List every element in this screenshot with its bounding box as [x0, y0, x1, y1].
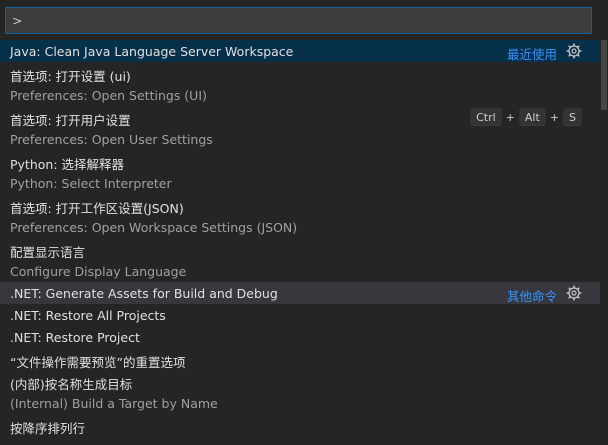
scrollbar[interactable] [600, 40, 608, 445]
command-item-dotnet-generate-assets[interactable]: .NET: Generate Assets for Build and Debu… [0, 282, 600, 304]
key-ctrl: Ctrl [470, 108, 502, 126]
command-item-java-clean-workspace[interactable]: Java: Clean Java Language Server Workspa… [0, 40, 600, 62]
command-label: “文件操作需要预览”的重置选项 [10, 355, 186, 370]
group-label-recent: 最近使用 [506, 47, 557, 62]
gear-icon[interactable] [566, 43, 582, 59]
command-label: .NET: Restore All Projects [10, 308, 166, 323]
command-item-dotnet-restore-all[interactable]: .NET: Restore All Projects [0, 304, 600, 326]
command-item-open-settings-ui[interactable]: 首选项: 打开设置 (ui) Preferences: Open Setting… [0, 62, 600, 106]
command-label: 首选项: 打开工作区设置(JSON) [10, 201, 184, 216]
command-input[interactable] [6, 8, 591, 33]
scrollbar-thumb[interactable] [601, 40, 607, 110]
command-detail: Preferences: Open Settings (UI) [10, 88, 207, 103]
command-label: 首选项: 打开设置 (ui) [10, 69, 131, 84]
command-detail: Preferences: Open Workspace Settings (JS… [10, 220, 298, 235]
command-item-reset-file-operation-preview[interactable]: “文件操作需要预览”的重置选项 [0, 348, 600, 370]
command-item-dotnet-restore-project[interactable]: .NET: Restore Project [0, 326, 600, 348]
command-item-build-target-by-name[interactable]: (内部)按名称生成目标 (Internal) Build a Target by… [0, 370, 600, 414]
command-label: Java: Clean Java Language Server Workspa… [10, 44, 294, 59]
command-item-python-select-interpreter[interactable]: Python: 选择解释器 Python: Select Interpreter [0, 150, 600, 194]
keybinding: Ctrl + Alt + S [470, 108, 582, 126]
command-label: Python: 选择解释器 [10, 157, 125, 172]
command-item-open-workspace-settings-json[interactable]: 首选项: 打开工作区设置(JSON) Preferences: Open Wor… [0, 194, 600, 238]
command-label: 首选项: 打开用户设置 [10, 113, 131, 128]
command-list: Java: Clean Java Language Server Workspa… [0, 40, 600, 445]
command-label: 配置显示语言 [10, 245, 86, 260]
command-input-box[interactable] [5, 7, 592, 34]
command-label: .NET: Restore Project [10, 330, 140, 345]
command-detail: Python: Select Interpreter [10, 176, 172, 191]
group-label-other: 其他命令 [506, 289, 557, 304]
command-detail: Preferences: Open User Settings [10, 132, 213, 147]
command-item-configure-display-language[interactable]: 配置显示语言 Configure Display Language [0, 238, 600, 282]
command-palette: Java: Clean Java Language Server Workspa… [0, 0, 608, 445]
command-label: .NET: Generate Assets for Build and Debu… [10, 286, 278, 301]
command-detail: Configure Display Language [10, 264, 187, 279]
key-alt: Alt [518, 108, 546, 126]
command-label: (内部)按名称生成目标 [10, 377, 133, 392]
gear-icon[interactable] [566, 285, 582, 301]
command-item-sort-lines-descending[interactable]: 按降序排列行 [0, 414, 600, 436]
command-item-open-user-settings[interactable]: 首选项: 打开用户设置 Preferences: Open User Setti… [0, 106, 600, 150]
key-s: S [563, 108, 582, 126]
command-label: 按降序排列行 [10, 421, 86, 436]
key-plus: + [505, 110, 515, 124]
key-plus: + [549, 110, 560, 124]
command-detail: (Internal) Build a Target by Name [10, 396, 218, 411]
